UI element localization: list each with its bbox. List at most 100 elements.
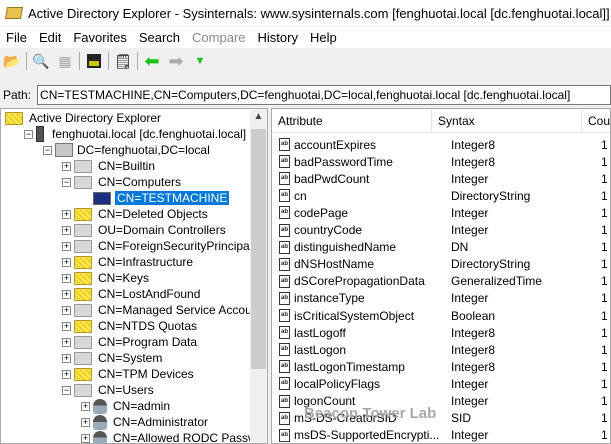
expand-icon[interactable]: + [62, 321, 71, 331]
tree-node[interactable]: + CN=ForeignSecurityPrincipals [62, 238, 258, 254]
attribute-row[interactable]: ab msDS-SupportedEncrypti... Integer 1 [272, 427, 610, 443]
attribute-row[interactable]: ab instanceType Integer 1 [272, 290, 610, 307]
tree-node[interactable]: + CN=Managed Service Accounts [62, 302, 267, 318]
tree-node[interactable]: + CN=TPM Devices [62, 366, 194, 382]
user-icon [93, 414, 107, 430]
app-icon [5, 111, 23, 125]
tree-node[interactable]: + CN=Infrastructure [62, 254, 193, 270]
history-dropdown-icon[interactable]: ▼ [190, 51, 210, 71]
path-input[interactable] [37, 85, 611, 105]
tree-node[interactable]: + CN=admin [81, 398, 170, 414]
scroll-up-icon[interactable]: ▲ [250, 111, 267, 122]
tree-node[interactable]: + CN=Allowed RODC Password R [81, 430, 267, 443]
attribute-count: 1 [601, 291, 608, 306]
collapse-icon[interactable]: − [43, 145, 52, 155]
menu-history[interactable]: History [252, 30, 304, 45]
attribute-count: 1 [601, 342, 608, 357]
tree-node-label: fenghuotai.local [dc.fenghuotai.local] [52, 127, 247, 141]
tree-node-label: CN=System [98, 351, 163, 365]
menu-file[interactable]: File [0, 30, 33, 45]
collapse-icon[interactable]: − [62, 385, 71, 395]
attribute-syntax: Integer [451, 171, 489, 186]
attribute-syntax: GeneralizedTime [451, 274, 542, 289]
expand-icon[interactable]: + [62, 209, 71, 219]
expand-icon[interactable]: + [62, 273, 71, 283]
attribute-row[interactable]: ab lastLogoff Integer8 1 [272, 324, 610, 341]
collapse-icon[interactable]: − [24, 129, 33, 139]
expand-icon[interactable]: + [62, 353, 71, 363]
tree-node[interactable]: + OU=Domain Controllers [62, 222, 226, 238]
back-icon[interactable]: ⬅ [142, 51, 162, 71]
save-icon[interactable] [84, 51, 104, 71]
attribute-row[interactable]: ab lastLogon Integer8 1 [272, 341, 610, 358]
column-count[interactable]: Coun [582, 109, 610, 133]
collapse-icon[interactable]: − [62, 177, 71, 187]
tree-node[interactable]: + CN=Builtin [62, 158, 155, 174]
expand-icon[interactable]: + [81, 433, 90, 443]
attribute-icon: ab [279, 223, 290, 237]
expand-icon[interactable]: + [62, 161, 71, 171]
attribute-row[interactable]: ab dNSHostName DirectoryString 1 [272, 256, 610, 273]
attribute-row[interactable]: ab badPasswordTime Integer8 1 [272, 153, 610, 170]
attribute-count: 1 [601, 188, 608, 203]
tree-node-label: CN=TESTMACHINE [115, 191, 230, 205]
attribute-row[interactable]: ab dSCorePropagationData GeneralizedTime 1 [272, 273, 610, 290]
tree-node[interactable]: − fenghuotai.local [dc.fenghuotai.local] [24, 126, 246, 142]
attribute-row[interactable]: ab distinguishedName DN 1 [272, 239, 610, 256]
menu-edit[interactable]: Edit [33, 30, 67, 45]
expand-icon[interactable]: + [62, 257, 71, 267]
tree-scrollbar[interactable]: ▲ [250, 109, 267, 443]
expand-icon[interactable]: + [62, 289, 71, 299]
attribute-row[interactable]: ab cn DirectoryString 1 [272, 187, 610, 204]
tree-node[interactable]: CN=TESTMACHINE [81, 190, 230, 206]
expand-icon[interactable]: + [62, 369, 71, 379]
compare-icon: ▦ [58, 52, 72, 69]
attribute-row[interactable]: ab badPwdCount Integer 1 [272, 170, 610, 187]
expand-icon[interactable]: + [62, 241, 71, 251]
tree-node[interactable]: Active Directory Explorer [5, 110, 161, 126]
tree-node[interactable]: + CN=Deleted Objects [62, 206, 208, 222]
container-icon [74, 271, 92, 285]
separator [79, 52, 80, 70]
expand-icon[interactable]: + [62, 225, 71, 235]
attribute-count: 1 [601, 205, 608, 220]
expand-icon[interactable]: + [81, 401, 90, 411]
column-syntax[interactable]: Syntax [432, 109, 582, 133]
tree-node[interactable]: + CN=Keys [62, 270, 149, 286]
tree-node-label: CN=admin [113, 399, 171, 413]
folder-icon [74, 239, 92, 253]
attribute-row[interactable]: ab codePage Integer 1 [272, 204, 610, 221]
tree-node[interactable]: − CN=Computers [62, 174, 181, 190]
tree-node[interactable]: + CN=NTDS Quotas [62, 318, 197, 334]
tree-node[interactable]: + CN=Program Data [62, 334, 197, 350]
tree-node[interactable]: − DC=fenghuotai,DC=local [43, 142, 210, 158]
menu-help[interactable]: Help [304, 30, 343, 45]
scroll-thumb[interactable] [251, 129, 266, 369]
tree-node-label: CN=LostAndFound [98, 287, 201, 301]
expand-icon[interactable]: + [81, 417, 90, 427]
attribute-row[interactable]: ab lastLogonTimestamp Integer8 1 [272, 358, 610, 375]
search-icon[interactable]: 🔍 [31, 51, 51, 71]
expand-icon[interactable]: + [62, 305, 71, 315]
open-icon[interactable]: 📂 [2, 51, 22, 71]
attribute-row[interactable]: ab isCriticalSystemObject Boolean 1 [272, 307, 610, 324]
menu-search[interactable]: Search [133, 30, 186, 45]
attribute-row[interactable]: ab localPolicyFlags Integer 1 [272, 375, 610, 392]
user-icon [93, 430, 107, 443]
tree-node[interactable]: + CN=Administrator [81, 414, 208, 430]
attribute-syntax: DirectoryString [451, 257, 531, 272]
column-attribute[interactable]: Attribute [272, 109, 432, 133]
tree-node-label: CN=Keys [98, 271, 150, 285]
tree-node[interactable]: + CN=LostAndFound [62, 286, 200, 302]
tree-node[interactable]: + CN=System [62, 350, 162, 366]
tree-node[interactable]: − CN=Users [62, 382, 154, 398]
attribute-row[interactable]: ab countryCode Integer 1 [272, 222, 610, 239]
properties-icon[interactable]: 🗒 [113, 51, 133, 71]
attribute-row[interactable]: ab accountExpires Integer8 1 [272, 136, 610, 153]
folder-icon [74, 303, 92, 317]
menu-favorites[interactable]: Favorites [67, 30, 132, 45]
attribute-syntax: SID [451, 411, 472, 426]
attribute-count: 1 [601, 308, 608, 323]
expand-icon[interactable]: + [62, 337, 71, 347]
folder-icon [74, 175, 92, 189]
